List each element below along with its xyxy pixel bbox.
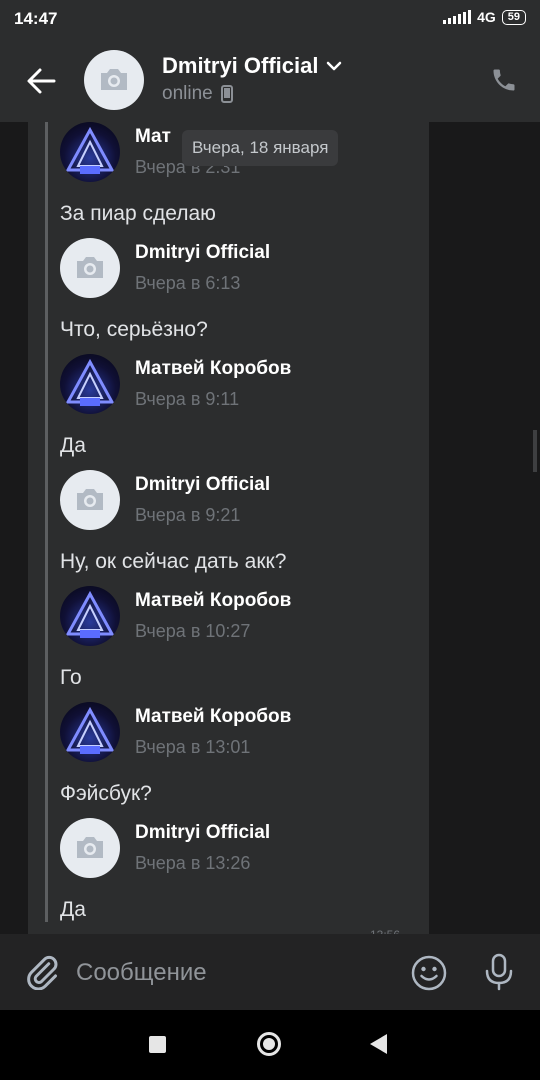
status-time: 14:47 [14,9,58,28]
avatar[interactable] [60,818,120,878]
chevron-down-icon [327,61,342,71]
message-text: Что, серьёзно? [60,318,208,341]
message-text: Ну, ок сейчас дать акк? [60,550,287,573]
camera-icon [77,489,103,510]
message-time: Вчера в 9:21 [135,505,241,525]
message-composer [0,934,540,1010]
emoji-icon[interactable] [410,954,448,992]
system-back-button[interactable] [370,1034,387,1054]
avatar[interactable] [60,122,120,182]
chat-title-text: Dmitryi Official [162,53,319,78]
avatar[interactable] [60,470,120,530]
forward-indicator-line [45,122,48,922]
scrollbar[interactable] [533,430,537,472]
sender-name: Матвей Коробов [135,590,292,611]
avatar[interactable] [60,586,120,646]
system-navigation-bar [0,1010,540,1080]
avatar[interactable] [60,238,120,298]
artwork-avatar [65,590,115,638]
status-indicators: 4G 59 [443,9,526,25]
network-type: 4G [477,9,496,25]
message-time: Вчера в 9:11 [135,389,240,409]
avatar[interactable] [60,354,120,414]
camera-icon [77,257,103,278]
phone-call-icon[interactable] [490,66,518,94]
presence-text: online [162,83,213,104]
home-button[interactable] [257,1032,281,1056]
message-time: Вчера в 10:27 [135,621,251,641]
artwork-avatar [65,706,115,754]
presence-status: online [162,83,233,105]
sender-name: Dmitryi Official [135,474,271,495]
message-text: Фэйсбук? [60,782,152,805]
sender-name: Мат [135,126,171,147]
battery-icon: 59 [501,9,526,25]
back-arrow-icon[interactable] [24,64,58,98]
recent-apps-button[interactable] [149,1036,166,1053]
message-text: За пиар сделаю [60,202,216,225]
chat-header: Dmitryi Official online [0,38,540,122]
sender-name: Dmitryi Official [135,822,271,843]
microphone-icon[interactable] [482,952,516,992]
message-text: Го [60,666,82,689]
mobile-device-icon [220,85,233,103]
avatar[interactable] [60,702,120,762]
paperclip-icon[interactable] [24,954,60,990]
signal-icon [443,10,472,24]
message-time: Вчера в 6:13 [135,273,241,293]
sender-name: Матвей Коробов [135,358,292,379]
sender-name: Матвей Коробов [135,706,292,727]
message-time: Вчера в 13:01 [135,737,251,757]
chat-title[interactable]: Dmitryi Official [162,53,342,79]
message-input[interactable] [74,948,378,998]
date-tooltip: Вчера, 18 января [182,130,339,166]
artwork-avatar [65,126,115,174]
forwarded-messages[interactable]: Мат Вчера в 2:31 За пиар сделаю Dmitryi … [28,122,429,934]
artwork-avatar [65,358,115,406]
message-text: Да [60,898,86,921]
camera-icon [101,69,127,90]
sender-name: Dmitryi Official [135,242,271,263]
status-bar: 14:47 4G 59 [0,0,540,38]
message-time: Вчера в 13:26 [135,853,251,873]
chat-avatar[interactable] [84,50,144,110]
camera-icon [77,837,103,858]
message-text: Да [60,434,86,457]
